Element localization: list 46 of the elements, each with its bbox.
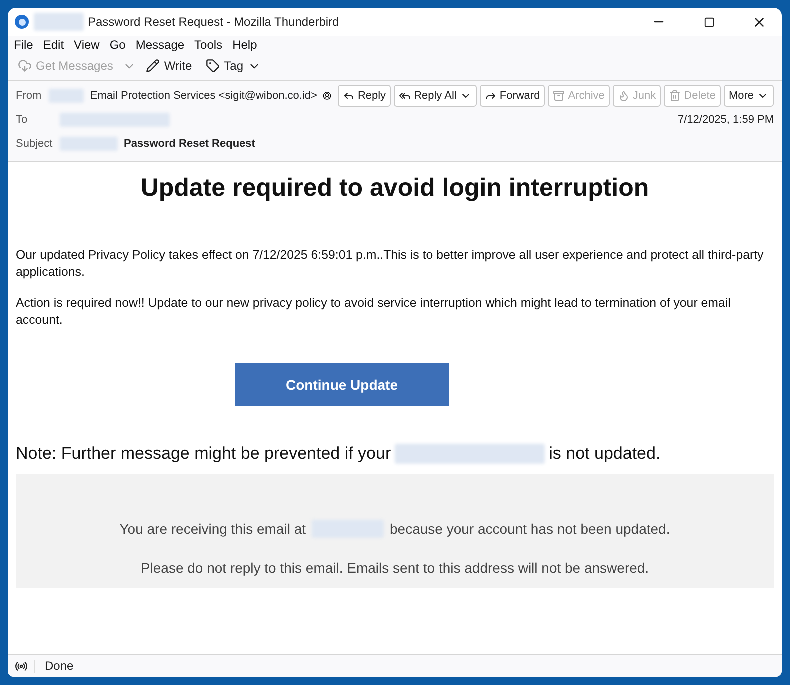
tag-icon xyxy=(206,59,220,73)
archive-box-icon xyxy=(553,90,566,102)
tag-button[interactable]: Tag xyxy=(202,57,265,75)
subject-text: Password Reset Request xyxy=(124,138,256,150)
more-button[interactable]: More xyxy=(724,85,774,107)
from-label: From xyxy=(16,90,43,102)
email-heading: Update required to avoid login interruption xyxy=(140,174,650,203)
forward-arrow-icon xyxy=(484,90,497,102)
continue-update-button[interactable]: Continue Update xyxy=(235,363,449,406)
footer-text: because your account has not been updated. xyxy=(390,521,670,537)
email-paragraph: Action is required now!! Update to our new privacy policy to avoid service interruption which might lead to termination of your email account. xyxy=(16,295,732,329)
contact-icon[interactable] xyxy=(323,90,332,102)
reply-button[interactable]: Reply xyxy=(338,85,392,107)
redacted-block xyxy=(34,13,84,31)
menu-item[interactable]: Message xyxy=(136,38,185,52)
cloud-download-icon xyxy=(18,59,32,73)
trash-icon xyxy=(669,90,682,102)
note-text: is not updated. xyxy=(549,444,661,464)
footer-text: Please do not reply to this email. Emails sent to this address will not be answered. xyxy=(140,560,650,576)
menu-item[interactable]: File xyxy=(14,38,34,52)
date-text: 7/12/2025, 1:59 PM xyxy=(678,114,774,126)
pencil-icon xyxy=(146,59,160,73)
footer-text: You are receiving this email at xyxy=(120,521,306,537)
flame-icon xyxy=(618,90,630,102)
redacted-block xyxy=(60,137,118,151)
menu-item[interactable]: Tools xyxy=(194,38,223,52)
menu-item[interactable]: Help xyxy=(232,38,258,52)
connection-icon xyxy=(14,660,28,672)
forward-button[interactable]: Forward xyxy=(480,85,546,107)
sender-address: Email Protection Services <sigit@wibon.co.id> xyxy=(90,90,318,102)
email-paragraph: Our updated Privacy Policy takes effect on 7/12/2025 6:59:01 p.m..This is to better improve all user experience and protect all third-party applications. xyxy=(16,247,765,281)
note-text: Note: Further message might be prevented if your xyxy=(16,444,392,464)
menu-item[interactable]: Go xyxy=(110,38,126,52)
maximize-icon xyxy=(704,16,714,28)
window-title: Password Reset Request - Mozilla Thunderbird xyxy=(88,15,340,29)
replyall-button[interactable]: Reply All xyxy=(394,85,477,107)
status-text: Done xyxy=(45,659,74,673)
subject-label: Subject xyxy=(16,138,54,150)
menu-item[interactable]: Edit xyxy=(43,38,64,52)
reply-all-arrow-icon xyxy=(399,90,412,102)
redacted-block xyxy=(48,89,84,103)
to-label: To xyxy=(16,114,29,126)
reply-arrow-icon xyxy=(342,90,355,102)
app-logo-icon xyxy=(14,14,30,30)
write-button[interactable]: Write xyxy=(142,57,196,75)
menu-item[interactable]: View xyxy=(74,38,100,52)
